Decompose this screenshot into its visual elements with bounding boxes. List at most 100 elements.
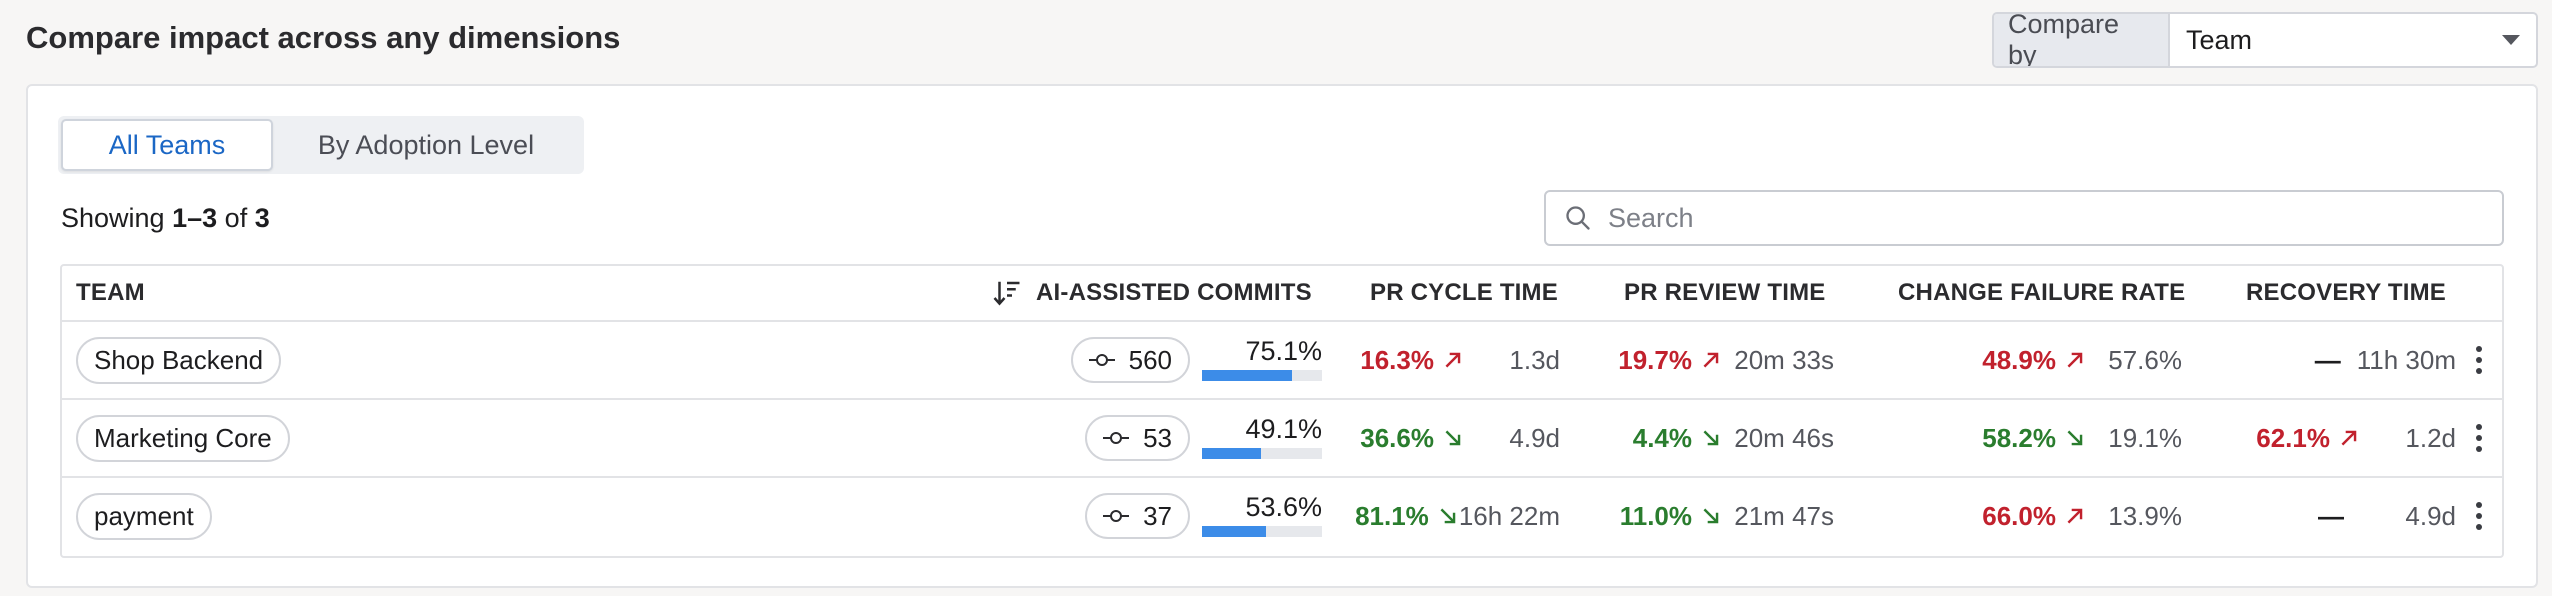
search-input[interactable]: Search <box>1544 190 2504 246</box>
recovery-delta: 62.1% <box>2256 422 2330 453</box>
col-header-pr-review[interactable]: PR REVIEW TIME <box>1624 266 1825 320</box>
view-tabs: All Teams By Adoption Level <box>58 116 584 174</box>
search-icon <box>1566 206 1590 230</box>
recovery-cell: 62.1% 1.2d <box>2256 400 2456 476</box>
trend-down-icon <box>1703 508 1719 524</box>
cfr-delta: 58.2% <box>1982 422 2056 453</box>
team-chip[interactable]: Shop Backend <box>76 336 282 384</box>
recovery-delta: — <box>2314 344 2341 375</box>
ai-percent: 53.6% <box>1245 492 1322 522</box>
commits-cell: 53 <box>1085 400 1190 476</box>
col-header-ai-commits-label: AI-ASSISTED COMMITS <box>1036 279 1312 306</box>
recovery-value: 4.9d <box>2405 500 2456 531</box>
ai-percent: 49.1% <box>1245 414 1322 444</box>
trend-down-icon <box>1440 508 1456 524</box>
recovery-cell: — 11h 30m <box>2315 322 2456 398</box>
team-cell: payment <box>76 478 212 554</box>
row-menu-button[interactable] <box>2464 322 2494 398</box>
pr-review-cell: 19.7% 20m 33s <box>1618 322 1834 398</box>
cfr-value: 13.9% <box>2108 500 2182 531</box>
pr-review-cell: 11.0% 21m 47s <box>1620 478 1834 554</box>
trend-down-icon <box>2067 430 2083 446</box>
team-chip[interactable]: payment <box>76 492 212 540</box>
tab-all-teams[interactable]: All Teams <box>61 119 273 171</box>
caret-down-icon <box>2502 35 2520 45</box>
pr-review-value: 20m 46s <box>1734 422 1834 453</box>
pr-cycle-trend <box>1442 349 1464 371</box>
cfr-value: 19.1% <box>2108 422 2182 453</box>
recovery-delta: — <box>2318 500 2344 531</box>
search-placeholder: Search <box>1608 202 1694 233</box>
pr-review-delta: 11.0% <box>1619 500 1692 531</box>
git-commit-icon <box>1103 510 1130 522</box>
trend-down-icon <box>1703 430 1719 446</box>
pr-cycle-delta: 16.3% <box>1360 344 1434 375</box>
pr-review-delta: 19.7% <box>1618 344 1692 375</box>
table-row[interactable]: Marketing Core 53 49.1% 36.6% 4.9d 4.4% <box>62 400 2502 478</box>
cfr-cell: 48.9% 57.6% <box>1982 322 2182 398</box>
table-row[interactable]: payment 37 53.6% 81.1% 16h 22m 11.0% 21m… <box>62 478 2502 556</box>
compare-by-select[interactable]: Team <box>2170 14 2536 66</box>
showing-total: 3 <box>254 203 270 233</box>
trend-up-icon <box>2067 508 2083 524</box>
recovery-value: 11h 30m <box>2356 344 2456 375</box>
pr-cycle-value: 1.3d <box>1509 344 1560 375</box>
trend-up-icon <box>2341 430 2357 446</box>
row-menu-button[interactable] <box>2464 400 2494 476</box>
git-commit-icon <box>1103 432 1130 444</box>
pr-cycle-trend <box>1442 427 1464 449</box>
pr-cycle-delta: 81.1% <box>1355 500 1429 531</box>
showing-range: 1–3 <box>172 203 218 233</box>
pr-cycle-cell: 81.1% 16h 22m <box>1355 478 1560 554</box>
cfr-trend <box>2064 505 2086 527</box>
team-cell: Marketing Core <box>76 400 290 476</box>
showing-prefix: Showing <box>61 203 165 233</box>
compare-by-label: Compare by <box>1994 14 2170 66</box>
pr-cycle-value: 4.9d <box>1509 422 1560 453</box>
commit-count: 37 <box>1143 500 1172 531</box>
col-header-ai-commits[interactable]: AI-ASSISTED COMMITS <box>992 266 1312 320</box>
pr-cycle-delta: 36.6% <box>1360 422 1434 453</box>
col-header-cfr[interactable]: CHANGE FAILURE RATE <box>1898 266 2185 320</box>
kebab-menu-icon <box>2476 502 2482 530</box>
pr-cycle-cell: 16.3% 1.3d <box>1360 322 1560 398</box>
col-header-recovery[interactable]: RECOVERY TIME <box>2246 266 2446 320</box>
ai-percent-bar <box>1202 526 1322 537</box>
commit-count-chip[interactable]: 560 <box>1070 337 1190 383</box>
cfr-cell: 58.2% 19.1% <box>1982 400 2182 476</box>
commit-count: 53 <box>1143 422 1172 453</box>
git-commit-icon <box>1088 354 1115 366</box>
kebab-menu-icon <box>2476 424 2482 452</box>
commit-count-chip[interactable]: 37 <box>1085 493 1190 539</box>
team-chip[interactable]: Marketing Core <box>76 414 290 462</box>
teams-table: TEAM AI-ASSISTED COMMITS PR CYCLE TIME P… <box>60 264 2504 558</box>
row-menu-button[interactable] <box>2464 478 2494 554</box>
pr-review-value: 20m 33s <box>1734 344 1834 375</box>
table-row[interactable]: Shop Backend 560 75.1% 16.3% 1.3d 19.7% <box>62 322 2502 400</box>
cfr-delta: 48.9% <box>1982 344 2056 375</box>
pr-review-trend <box>1700 427 1722 449</box>
compare-by-control[interactable]: Compare by Team <box>1992 12 2538 68</box>
pr-review-delta: 4.4% <box>1632 422 1692 453</box>
ai-percent-cell: 75.1% <box>1202 336 1322 381</box>
col-header-pr-cycle[interactable]: PR CYCLE TIME <box>1370 266 1558 320</box>
commit-count-chip[interactable]: 53 <box>1085 415 1190 461</box>
table-header: TEAM AI-ASSISTED COMMITS PR CYCLE TIME P… <box>62 266 2502 322</box>
ai-percent-bar <box>1202 370 1322 381</box>
commits-cell: 560 <box>1070 322 1190 398</box>
recovery-trend <box>2338 427 2360 449</box>
trend-down-icon <box>1445 430 1461 446</box>
col-header-team[interactable]: TEAM <box>76 266 145 320</box>
commits-cell: 37 <box>1085 478 1190 554</box>
pr-cycle-value: 16h 22m <box>1458 500 1560 531</box>
cfr-cell: 66.0% 13.9% <box>1982 478 2182 554</box>
trend-up-icon <box>1445 352 1461 368</box>
trend-up-icon <box>1703 352 1719 368</box>
pr-review-cell: 4.4% 20m 46s <box>1633 400 1834 476</box>
commit-count: 560 <box>1128 344 1172 375</box>
ai-percent-bar-fill <box>1202 448 1261 459</box>
sort-descending-icon[interactable] <box>992 278 1022 308</box>
pr-review-trend <box>1700 505 1722 527</box>
tab-by-adoption-level[interactable]: By Adoption Level <box>273 119 579 171</box>
showing-of: of <box>224 203 248 233</box>
